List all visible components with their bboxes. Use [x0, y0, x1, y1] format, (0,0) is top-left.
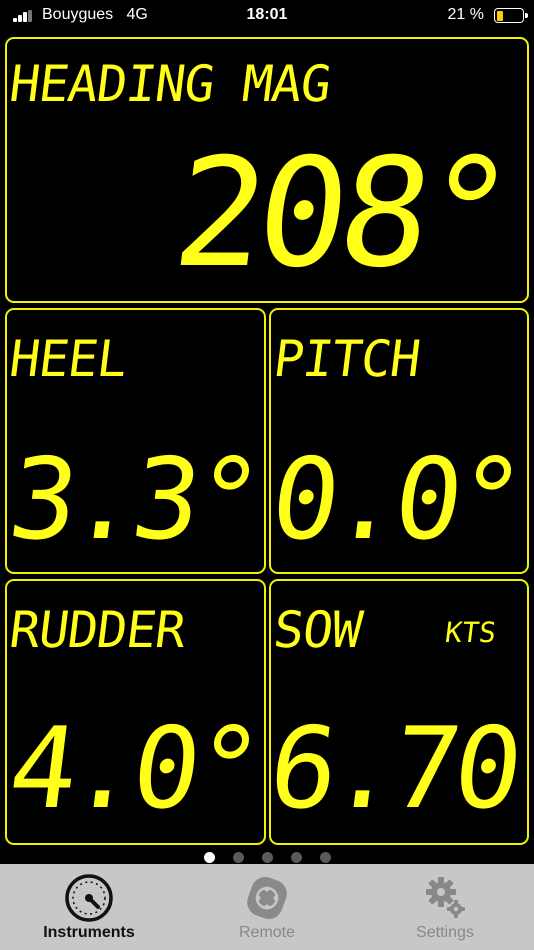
tab-instruments-label: Instruments — [43, 924, 135, 941]
tab-settings-label: Settings — [416, 924, 474, 941]
heel-panel[interactable]: HEEL 3.3° — [2, 308, 266, 574]
gears-icon — [426, 877, 465, 918]
tab-instruments[interactable]: Instruments — [0, 864, 178, 950]
rudder-panel[interactable]: RUDDER 4.0° — [2, 579, 266, 845]
remote-icon — [247, 876, 287, 920]
battery-icon — [494, 8, 528, 23]
heading-mag-panel[interactable]: HEADING MAG 208° — [5, 37, 529, 303]
tab-remote[interactable]: Remote — [178, 864, 356, 950]
tab-bar: Instruments Remote Settings — [0, 864, 534, 950]
pitch-panel[interactable]: PITCH 0.0° — [264, 308, 529, 574]
page-dot[interactable] — [319, 852, 331, 863]
heel-value: 3.3° — [2, 435, 264, 565]
tab-remote-label: Remote — [238, 924, 296, 941]
page-dot[interactable] — [232, 852, 244, 863]
page-dot[interactable] — [290, 852, 302, 863]
heading-mag-label: HEADING MAG — [6, 55, 334, 113]
sow-unit: KTS — [443, 616, 498, 649]
page-dot[interactable] — [203, 852, 215, 863]
sow-label: SOW — [270, 601, 365, 659]
tab-settings[interactable]: Settings — [356, 864, 534, 950]
battery-percent: 21 % — [447, 6, 484, 23]
sow-panel[interactable]: SOW KTS 6.70 — [262, 579, 529, 845]
pitch-label: PITCH — [270, 330, 424, 388]
rudder-value: 4.0° — [2, 704, 264, 834]
gauge-icon — [65, 874, 113, 922]
pitch-value: 0.0° — [264, 435, 526, 565]
page-dot[interactable] — [261, 852, 273, 863]
page-indicator[interactable] — [0, 850, 534, 863]
sow-value: 6.70 — [262, 704, 524, 834]
heading-mag-value: 208° — [165, 127, 516, 301]
rudder-label: RUDDER — [6, 601, 189, 659]
heel-label: HEEL — [6, 330, 130, 388]
status-bar: Bouygues 4G 18:01 21 % — [0, 0, 534, 32]
